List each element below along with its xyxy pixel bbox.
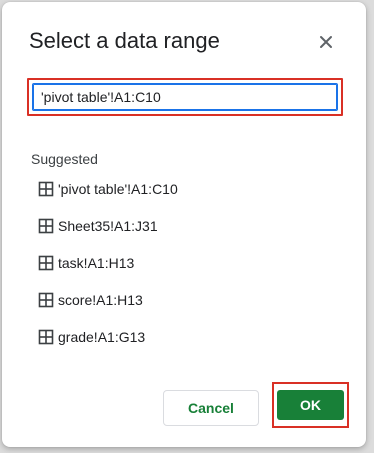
suggestion-label: task!A1:H13 (58, 255, 135, 271)
suggestion-item[interactable]: Sheet35!A1:J31 (38, 215, 158, 237)
cancel-label: Cancel (188, 400, 234, 416)
grid-icon (38, 255, 54, 271)
grid-icon (38, 292, 54, 308)
ok-label: OK (300, 397, 321, 413)
range-input[interactable] (32, 83, 338, 111)
dialog-title: Select a data range (29, 28, 220, 53)
suggestion-item[interactable]: score!A1:H13 (38, 289, 143, 311)
suggestion-item[interactable]: grade!A1:G13 (38, 326, 145, 348)
suggestion-label: Sheet35!A1:J31 (58, 218, 158, 234)
grid-icon (38, 218, 54, 234)
close-button[interactable] (314, 30, 338, 54)
cancel-button[interactable]: Cancel (163, 390, 259, 426)
grid-icon (38, 329, 54, 345)
suggested-heading: Suggested (31, 151, 98, 167)
suggestion-item[interactable]: 'pivot table'!A1:C10 (38, 178, 178, 200)
ok-button-highlight: OK (272, 382, 349, 428)
suggestion-label: 'pivot table'!A1:C10 (58, 181, 178, 197)
suggestion-label: score!A1:H13 (58, 292, 143, 308)
suggestion-label: grade!A1:G13 (58, 329, 146, 345)
select-data-range-dialog: Select a data range Suggested 'pivot tab… (2, 2, 366, 447)
range-input-highlight (27, 78, 343, 116)
close-icon (320, 36, 332, 48)
suggestion-item[interactable]: task!A1:H13 (38, 252, 134, 274)
ok-button[interactable]: OK (277, 390, 344, 420)
grid-icon (38, 181, 54, 197)
